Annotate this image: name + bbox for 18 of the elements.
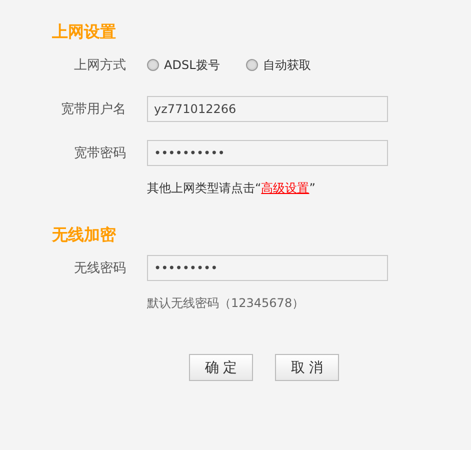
field-label: 宽带密码 (73, 145, 126, 162)
hint-text: 其他上网类型请点击“高级设置” (147, 181, 316, 195)
hint-text: 默认无线密码（12345678） (147, 296, 304, 310)
field-label: 无线密码 (73, 260, 126, 277)
section-heading: 上网设置 (52, 22, 117, 42)
input-field[interactable]: yz771012266 (147, 96, 388, 122)
dialog-button[interactable]: 取 消 (275, 354, 339, 381)
field-label: 宽带用户名 (60, 101, 126, 118)
radio-button[interactable] (147, 59, 159, 71)
dialog-button[interactable]: 确 定 (189, 354, 253, 381)
radio-label[interactable]: 自动获取 (262, 56, 311, 74)
input-field[interactable]: •••••••••• (147, 140, 388, 166)
input-field[interactable]: ••••••••• (147, 255, 388, 281)
field-label: 上网方式 (73, 57, 126, 74)
radio-label[interactable]: ADSL拨号 (164, 56, 220, 74)
advanced-settings-link[interactable]: 高级设置 (261, 181, 310, 195)
section-heading: 无线加密 (52, 225, 117, 245)
radio-button[interactable] (246, 59, 258, 71)
